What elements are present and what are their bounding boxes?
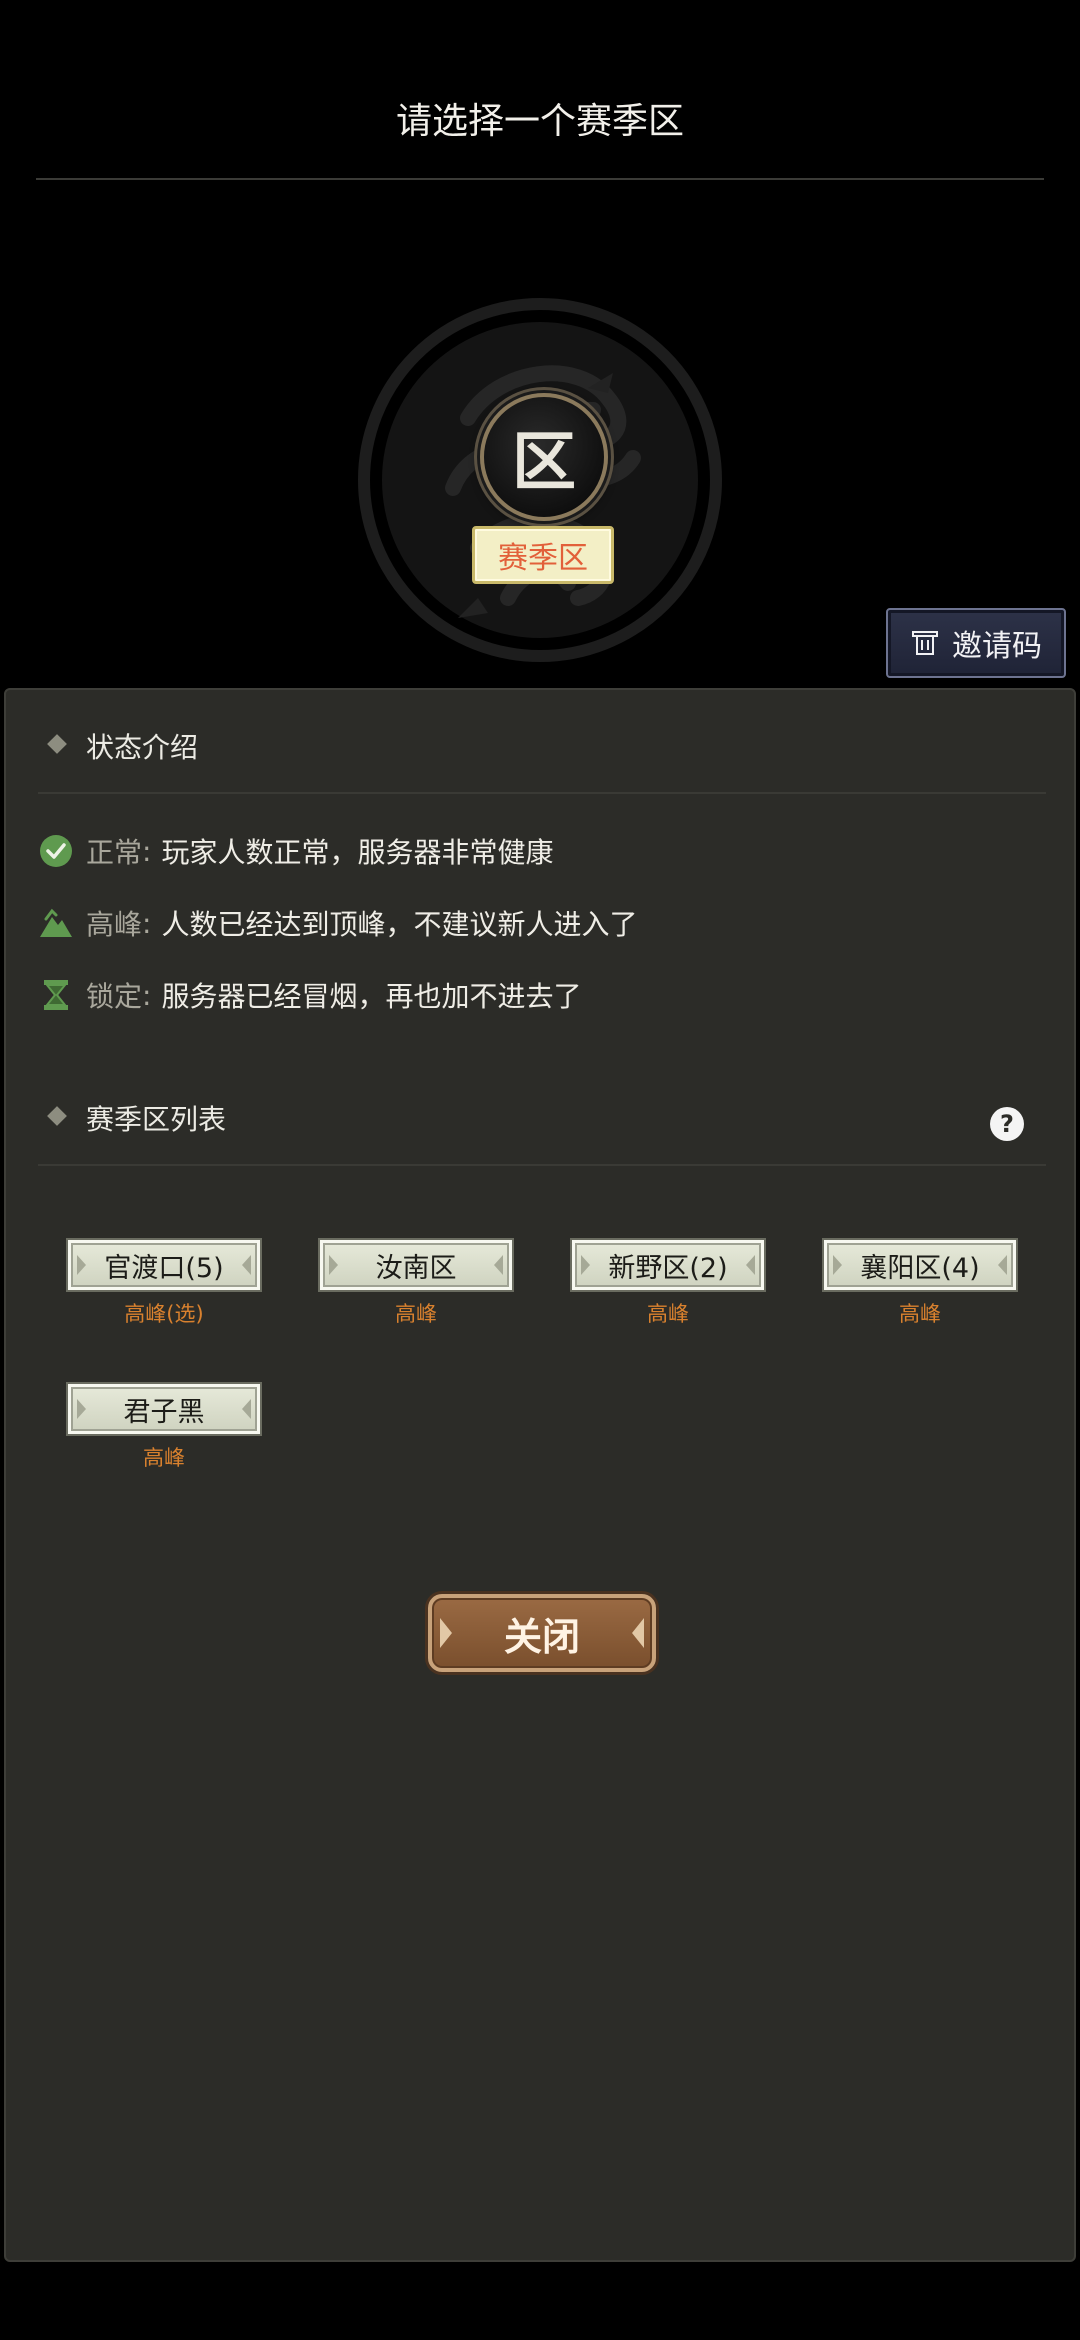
zone-panel: 状态介绍 正常: 玩家人数正常，服务器非常健康 高峰: 人数已经达到顶峰，不建议…	[4, 688, 1076, 2262]
status-key: 正常	[86, 836, 143, 869]
zone-token[interactable]: 区	[480, 393, 608, 521]
status-section-title: 状态介绍	[86, 731, 199, 764]
server-name[interactable]: 君子黑	[68, 1384, 260, 1434]
status-section-header: 状态介绍	[6, 704, 1078, 794]
server-item[interactable]: 汝南区 高峰	[320, 1240, 512, 1328]
server-name[interactable]: 汝南区	[320, 1240, 512, 1290]
server-state: 高峰	[899, 1302, 941, 1326]
status-locked: 锁定: 服务器已经冒烟，再也加不进去了	[38, 970, 581, 1020]
status-colon: :	[142, 978, 152, 1012]
server-name[interactable]: 襄阳区(4)	[824, 1240, 1016, 1290]
help-icon[interactable]: ?	[990, 1107, 1024, 1141]
status-colon: :	[142, 834, 152, 868]
status-key: 锁定	[86, 980, 143, 1013]
status-colon: :	[142, 906, 152, 940]
status-peak: 高峰: 人数已经达到顶峰，不建议新人进入了	[38, 898, 637, 948]
server-name[interactable]: 官渡口(5)	[68, 1240, 260, 1290]
chevron-left-icon	[440, 1618, 452, 1648]
server-state: 高峰(选)	[124, 1302, 204, 1326]
diamond-bullet-icon	[47, 734, 67, 754]
title-divider	[36, 178, 1044, 180]
status-desc: 人数已经达到顶峰，不建议新人进入了	[161, 908, 638, 941]
status-normal: 正常: 玩家人数正常，服务器非常健康	[38, 826, 553, 876]
server-item[interactable]: 官渡口(5) 高峰(选)	[68, 1240, 260, 1328]
close-button[interactable]: 关闭	[428, 1594, 656, 1672]
status-desc: 玩家人数正常，服务器非常健康	[161, 836, 554, 869]
invite-scroll-icon	[912, 631, 938, 655]
server-state: 高峰	[395, 1302, 437, 1326]
section-divider	[38, 792, 1046, 794]
section-divider	[38, 1164, 1046, 1166]
server-section-header: 赛季区列表	[6, 1076, 1078, 1166]
close-button-label: 关闭	[503, 1614, 580, 1659]
server-state: 高峰	[647, 1302, 689, 1326]
status-desc: 服务器已经冒烟，再也加不进去了	[161, 980, 582, 1013]
status-key: 高峰	[86, 908, 143, 941]
server-state: 高峰	[143, 1446, 185, 1470]
chevron-right-icon	[632, 1618, 644, 1648]
zone-tag: 赛季区	[472, 526, 614, 584]
server-item[interactable]: 新野区(2) 高峰	[572, 1240, 764, 1328]
server-name[interactable]: 新野区(2)	[572, 1240, 764, 1290]
server-item[interactable]: 襄阳区(4) 高峰	[824, 1240, 1016, 1328]
invite-code-label: 邀请码	[952, 629, 1042, 664]
invite-code-button[interactable]: 邀请码	[886, 608, 1066, 678]
hourglass-lock-icon	[44, 980, 68, 1010]
page-title: 请选择一个赛季区	[395, 101, 684, 142]
peak-mountain-icon	[40, 908, 72, 937]
server-item[interactable]: 君子黑 高峰	[68, 1384, 260, 1472]
check-circle-icon	[40, 835, 72, 867]
server-section-title: 赛季区列表	[86, 1103, 227, 1136]
diamond-bullet-icon	[47, 1106, 67, 1126]
